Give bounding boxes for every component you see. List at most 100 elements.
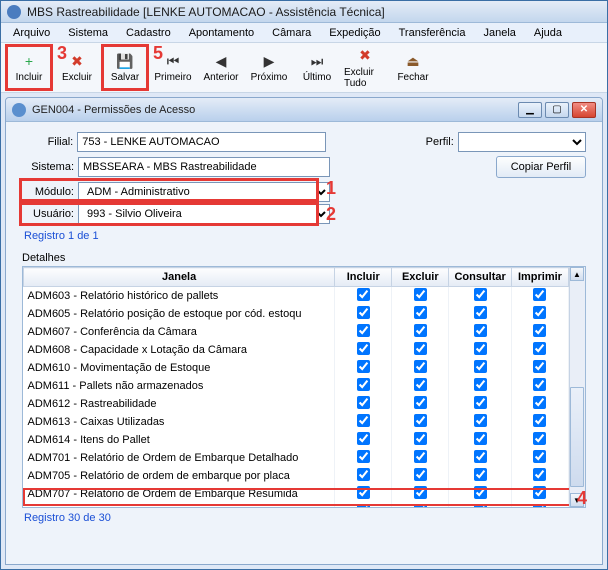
perm-checkbox[interactable] <box>533 432 546 445</box>
table-row[interactable]: ADM610 - Movimentação de Estoque <box>24 359 569 377</box>
menu-sistema[interactable]: Sistema <box>60 25 116 41</box>
maximize-button[interactable]: ▢ <box>545 102 569 118</box>
janela-cell[interactable]: ADM705 - Relatório de ordem de embarque … <box>24 467 335 485</box>
perm-checkbox[interactable] <box>474 360 487 373</box>
janela-cell[interactable]: ADM605 - Relatório posição de estoque po… <box>24 305 335 323</box>
perm-checkbox[interactable] <box>533 360 546 373</box>
table-row[interactable]: ADM608 - Capacidade x Lotação da Câmara <box>24 341 569 359</box>
janela-cell[interactable]: ADM603 - Relatório histórico de pallets <box>24 287 335 306</box>
table-row[interactable]: ADM603 - Relatório histórico de pallets <box>24 287 569 306</box>
menu-câmara[interactable]: Câmara <box>264 25 319 41</box>
table-row[interactable]: ADM614 - Itens do Pallet <box>24 431 569 449</box>
janela-cell[interactable]: ADM707 - Relatório de Ordem de Embarque … <box>24 485 335 503</box>
perm-checkbox[interactable] <box>474 396 487 409</box>
perm-checkbox[interactable] <box>357 450 370 463</box>
toolbar-salvar-button[interactable]: 💾Salvar <box>103 46 147 90</box>
table-row[interactable]: ADM705 - Relatório de ordem de embarque … <box>24 467 569 485</box>
janela-cell[interactable]: ADM701 - Relatório de Ordem de Embarque … <box>24 449 335 467</box>
col-excluir[interactable]: Excluir <box>392 268 449 287</box>
perfil-select[interactable] <box>458 132 586 152</box>
perm-checkbox[interactable] <box>533 504 546 507</box>
perm-checkbox[interactable] <box>533 450 546 463</box>
perm-checkbox[interactable] <box>414 360 427 373</box>
sistema-field[interactable] <box>78 157 330 177</box>
toolbar-excluir-button[interactable]: ✖Excluir <box>55 46 99 90</box>
janela-cell[interactable]: ADM608 - Capacidade x Lotação da Câmara <box>24 341 335 359</box>
col-imprimir[interactable]: Imprimir <box>511 268 568 287</box>
perm-checkbox[interactable] <box>414 450 427 463</box>
filial-field[interactable] <box>77 132 325 152</box>
perm-checkbox[interactable] <box>414 468 427 481</box>
col-janela[interactable]: Janela <box>24 268 335 287</box>
table-row[interactable]: ADM611 - Pallets não armazenados <box>24 377 569 395</box>
perm-checkbox[interactable] <box>474 414 487 427</box>
toolbar-ultimo-button[interactable]: ⏭Último <box>295 46 339 90</box>
perm-checkbox[interactable] <box>533 306 546 319</box>
scroll-up-button[interactable]: ▲ <box>570 267 584 281</box>
scroll-down-button[interactable]: ▼ <box>570 493 584 507</box>
perm-checkbox[interactable] <box>474 432 487 445</box>
janela-cell[interactable]: ADM708 - Relatório de Ordem de Embarque … <box>24 503 335 507</box>
perm-checkbox[interactable] <box>357 468 370 481</box>
menu-janela[interactable]: Janela <box>475 25 523 41</box>
perm-checkbox[interactable] <box>533 486 546 499</box>
perm-checkbox[interactable] <box>533 324 546 337</box>
menu-transferência[interactable]: Transferência <box>391 25 474 41</box>
toolbar-incluir-button[interactable]: +Incluir <box>7 46 51 90</box>
perm-checkbox[interactable] <box>414 342 427 355</box>
perm-checkbox[interactable] <box>533 378 546 391</box>
perm-checkbox[interactable] <box>533 414 546 427</box>
perm-checkbox[interactable] <box>357 288 370 301</box>
perm-checkbox[interactable] <box>474 324 487 337</box>
perm-checkbox[interactable] <box>357 306 370 319</box>
menu-expedição[interactable]: Expedição <box>321 25 388 41</box>
toolbar-proximo-button[interactable]: ▶Próximo <box>247 46 291 90</box>
janela-cell[interactable]: ADM607 - Conferência da Câmara <box>24 323 335 341</box>
menu-arquivo[interactable]: Arquivo <box>5 25 58 41</box>
toolbar-excluirtudo-button[interactable]: ✖Excluir Tudo <box>343 46 387 90</box>
janela-cell[interactable]: ADM614 - Itens do Pallet <box>24 431 335 449</box>
table-row[interactable]: ADM707 - Relatório de Ordem de Embarque … <box>24 485 569 503</box>
table-row[interactable]: ADM708 - Relatório de Ordem de Embarque … <box>24 503 569 507</box>
perm-checkbox[interactable] <box>474 486 487 499</box>
perm-checkbox[interactable] <box>414 432 427 445</box>
perm-checkbox[interactable] <box>414 396 427 409</box>
perm-checkbox[interactable] <box>533 468 546 481</box>
toolbar-primeiro-button[interactable]: ⏮Primeiro <box>151 46 195 90</box>
perm-checkbox[interactable] <box>533 342 546 355</box>
modulo-select[interactable]: ADM - Administrativo <box>78 182 330 202</box>
perm-checkbox[interactable] <box>474 342 487 355</box>
menu-cadastro[interactable]: Cadastro <box>118 25 179 41</box>
perm-checkbox[interactable] <box>357 414 370 427</box>
table-row[interactable]: ADM612 - Rastreabilidade <box>24 395 569 413</box>
perm-checkbox[interactable] <box>474 306 487 319</box>
table-row[interactable]: ADM605 - Relatório posição de estoque po… <box>24 305 569 323</box>
perm-checkbox[interactable] <box>414 414 427 427</box>
janela-cell[interactable]: ADM610 - Movimentação de Estoque <box>24 359 335 377</box>
janela-cell[interactable]: ADM611 - Pallets não armazenados <box>24 377 335 395</box>
perm-checkbox[interactable] <box>414 324 427 337</box>
menu-ajuda[interactable]: Ajuda <box>526 25 570 41</box>
table-row[interactable]: ADM701 - Relatório de Ordem de Embarque … <box>24 449 569 467</box>
perm-checkbox[interactable] <box>533 288 546 301</box>
copiar-perfil-button[interactable]: Copiar Perfil <box>496 156 586 178</box>
perm-checkbox[interactable] <box>357 360 370 373</box>
col-incluir[interactable]: Incluir <box>335 268 392 287</box>
perm-checkbox[interactable] <box>533 396 546 409</box>
janela-cell[interactable]: ADM613 - Caixas Utilizadas <box>24 413 335 431</box>
perm-checkbox[interactable] <box>474 450 487 463</box>
perm-checkbox[interactable] <box>474 288 487 301</box>
toolbar-anterior-button[interactable]: ◀Anterior <box>199 46 243 90</box>
table-row[interactable]: ADM613 - Caixas Utilizadas <box>24 413 569 431</box>
perm-checkbox[interactable] <box>357 342 370 355</box>
janela-cell[interactable]: ADM612 - Rastreabilidade <box>24 395 335 413</box>
perm-checkbox[interactable] <box>414 486 427 499</box>
record-link-top[interactable]: Registro 1 de 1 <box>22 226 586 244</box>
perm-checkbox[interactable] <box>357 432 370 445</box>
scroll-thumb[interactable] <box>570 387 584 487</box>
table-row[interactable]: ADM607 - Conferência da Câmara <box>24 323 569 341</box>
perm-checkbox[interactable] <box>474 504 487 507</box>
toolbar-fechar-button[interactable]: ⏏Fechar <box>391 46 435 90</box>
perm-checkbox[interactable] <box>357 396 370 409</box>
perm-checkbox[interactable] <box>357 486 370 499</box>
